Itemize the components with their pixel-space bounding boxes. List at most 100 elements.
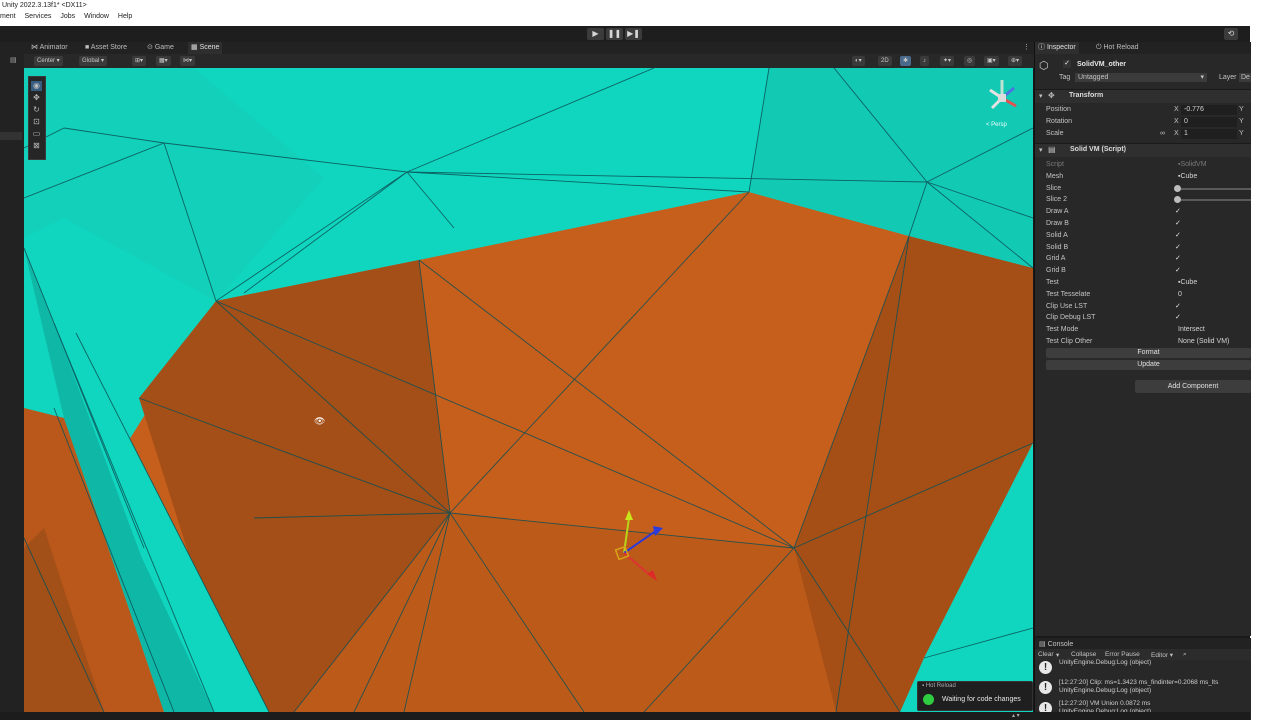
rotate-tool-icon[interactable]: ↻ <box>31 105 42 115</box>
slider-track[interactable] <box>1177 187 1251 190</box>
transform-icon: ✥ <box>1048 91 1055 100</box>
toggle-checkbox[interactable]: ✓ <box>1175 303 1183 311</box>
move-tool-icon[interactable]: ✥ <box>31 93 42 103</box>
status-bar: ▴ ▾ <box>0 712 1250 720</box>
field-row-clip-use-lst: Clip Use LST ✓ <box>1035 301 1251 313</box>
tab-inspector[interactable]: ⓘ Inspector <box>1035 42 1079 54</box>
field-value[interactable]: Intersect <box>1175 325 1251 335</box>
slider-handle[interactable] <box>1174 196 1181 204</box>
position-x-field[interactable]: -0.776 <box>1181 105 1237 115</box>
chevron-down-icon: ▾ <box>1200 74 1204 81</box>
clear-button[interactable]: Clear <box>1038 651 1054 658</box>
menu-item-help[interactable]: Help <box>118 13 132 20</box>
projection-label[interactable]: < Persp <box>986 122 1007 128</box>
status-icons[interactable]: ▴ ▾ <box>1012 712 1020 719</box>
audio-icon[interactable]: ♪ <box>920 56 929 66</box>
field-value[interactable]: ▪Cube <box>1175 278 1251 288</box>
cube-icon: ⬡ <box>1039 60 1049 72</box>
lock-icon[interactable]: ▤ <box>10 56 18 64</box>
field-value[interactable]: 0 <box>1175 290 1251 300</box>
transform-tool-icon[interactable]: ⊠ <box>31 141 42 151</box>
toggle-checkbox[interactable]: ✓ <box>1175 255 1183 263</box>
log-entry[interactable]: ! [12:27:20] Clip: ms=1.3423 ms_findinte… <box>1035 678 1251 698</box>
view-cursor-icon: 👁 <box>314 416 326 426</box>
effects-icon[interactable]: ✦▾ <box>940 56 955 66</box>
tab-asset-store[interactable]: ■ Asset Store <box>82 42 130 54</box>
grid-snap-icon[interactable]: ⊞▾ <box>132 56 147 66</box>
field-row-slice-2: Slice 2 <box>1035 194 1251 206</box>
rotation-x-field[interactable]: 0 <box>1181 117 1237 127</box>
toggle-checkbox[interactable]: ✓ <box>1175 267 1183 275</box>
tab-game[interactable]: ⊙ Game <box>144 42 177 54</box>
menu-item-services[interactable]: Services <box>25 13 52 20</box>
tab-menu-icon[interactable]: ⋮ <box>1020 42 1033 54</box>
dock-selected-row[interactable] <box>0 132 22 140</box>
active-checkbox[interactable]: ✓ <box>1063 60 1071 68</box>
component-header[interactable]: ▾ ▤ Solid VM (Script) <box>1035 143 1251 157</box>
lighting-icon[interactable]: ✱ <box>900 56 912 66</box>
field-label: Test Clip Other <box>1046 338 1093 345</box>
menu-item-jobs[interactable]: Jobs <box>60 13 75 20</box>
field-row-clip-debug-lst: Clip Debug LST ✓ <box>1035 312 1251 324</box>
main-toolbar: ▶ ❚❚ ▶❚ ⟲ <box>0 26 1250 43</box>
format-button[interactable]: Format <box>1046 348 1251 358</box>
axis-y-label: Y <box>1239 130 1244 137</box>
field-label: Script <box>1046 161 1064 168</box>
toggle-checkbox[interactable]: ✓ <box>1175 314 1183 322</box>
history-icon[interactable]: ⟲ <box>1224 28 1238 40</box>
toggle-checkbox[interactable]: ✓ <box>1175 244 1183 252</box>
info-icon: ⓘ <box>1038 44 1047 51</box>
field-row-slice: Slice <box>1035 183 1251 195</box>
toggle-checkbox[interactable]: ✓ <box>1175 208 1183 216</box>
field-label: Test Tesselate <box>1046 290 1091 298</box>
tab-scene[interactable]: ▦ Scene <box>188 42 223 54</box>
scale-x-field[interactable]: 1 <box>1181 129 1237 139</box>
toggle-checkbox[interactable]: ✓ <box>1175 232 1183 240</box>
pause-button[interactable]: ❚❚ <box>606 28 623 40</box>
draw-mode-icon[interactable]: ◐▾ <box>852 56 865 66</box>
log-entry[interactable]: ! UnityEngine.Debug:Log (object) <box>1035 658 1251 678</box>
slider-handle[interactable] <box>1174 184 1181 192</box>
menu-item-window[interactable]: Window <box>84 13 109 20</box>
tab-hot-reload[interactable]: ⏻ Hot Reload <box>1093 42 1142 54</box>
toggle-checkbox[interactable]: ✓ <box>1175 220 1183 228</box>
step-button[interactable]: ▶❚ <box>625 28 642 40</box>
scene-viewport[interactable]: 👁 <box>24 68 1033 712</box>
orientation-gizmo[interactable]: < Persp <box>982 76 1022 134</box>
tab-animator[interactable]: ⋈ Animator <box>28 42 71 54</box>
increment-snap-icon[interactable]: ⋈▾ <box>180 56 196 66</box>
hot-reload-toast[interactable]: ▪ Hot Reload Waiting for code changes <box>917 681 1033 711</box>
grid-visibility-icon[interactable]: ▦▾ <box>156 56 171 66</box>
play-button[interactable]: ▶ <box>587 28 604 40</box>
collapse-button[interactable]: Collapse <box>1071 651 1096 658</box>
link-icon[interactable]: ∞ <box>1160 130 1165 137</box>
field-row-test-tesselate: Test Tesselate 0 <box>1035 289 1251 301</box>
pivot-dropdown[interactable]: Center ▾ <box>34 56 63 66</box>
field-value[interactable]: ▪Cube <box>1175 172 1251 182</box>
space-dropdown[interactable]: Global ▾ <box>79 56 108 66</box>
slider-track[interactable] <box>1177 199 1251 202</box>
2d-toggle[interactable]: 2D <box>878 56 892 66</box>
menu-item-component[interactable]: ment <box>0 13 16 20</box>
camera-icon[interactable]: ▣▾ <box>984 56 999 66</box>
hot-reload-title: ▪ Hot Reload <box>922 683 956 689</box>
layer-dropdown[interactable]: De <box>1239 73 1251 82</box>
tab-console[interactable]: ▤ Console <box>1039 640 1073 648</box>
rect-tool-icon[interactable]: ▭ <box>31 129 42 139</box>
animator-icon: ⋈ <box>31 44 40 51</box>
view-tool-icon[interactable]: ◉ <box>31 81 42 91</box>
error-pause-button[interactable]: Error Pause <box>1105 651 1140 658</box>
field-value[interactable]: None (Solid VM) <box>1175 337 1251 347</box>
field-row-test-clip-other: Test Clip Other None (Solid VM) <box>1035 336 1251 348</box>
update-button[interactable]: Update <box>1046 360 1251 370</box>
object-name[interactable]: SolidVM_other <box>1077 61 1126 68</box>
gizmos-icon[interactable]: ⊕▾ <box>1008 56 1023 66</box>
tag-dropdown[interactable]: Untagged ▾ <box>1075 73 1207 82</box>
hidden-objects-icon[interactable]: ◎ <box>964 56 976 66</box>
add-component-button[interactable]: Add Component <box>1135 380 1251 393</box>
outside-area <box>1250 0 1280 720</box>
transform-header[interactable]: ▾ ✥ Transform <box>1035 89 1251 103</box>
scale-tool-icon[interactable]: ⊡ <box>31 117 42 127</box>
move-gizmo[interactable] <box>609 508 669 588</box>
scene-toolbar: Center ▾ Global ▾ ⊞▾ ▦▾ ⋈▾ ◐▾ 2D ✱ ♪ ✦▾ … <box>24 54 1034 68</box>
